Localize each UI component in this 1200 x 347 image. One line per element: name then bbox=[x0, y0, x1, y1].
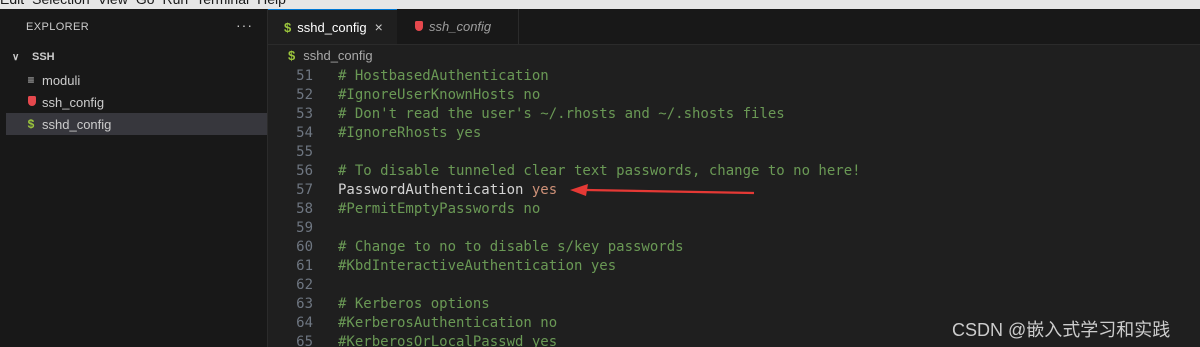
menu-item-view[interactable]: View bbox=[98, 0, 128, 7]
code-line[interactable]: 62 bbox=[268, 276, 1200, 295]
code-line[interactable]: 52 #IgnoreUserKnownHosts no bbox=[268, 86, 1200, 105]
code-comment: # Don't read the user's ~/.rhosts and ~/… bbox=[338, 106, 785, 122]
menu-item-help[interactable]: Help bbox=[257, 0, 286, 7]
code-keyword: PasswordAuthentication bbox=[338, 182, 532, 198]
lines-icon: ≡ bbox=[27, 73, 35, 87]
code-editor[interactable]: 51 # HostbasedAuthentication 52 #IgnoreUser… bbox=[268, 66, 1200, 347]
breadcrumb[interactable]: $ sshd_config bbox=[288, 48, 373, 63]
line-number: 57 bbox=[296, 182, 313, 198]
code-comment: #IgnoreRhosts yes bbox=[338, 125, 482, 141]
close-icon[interactable]: × bbox=[375, 19, 383, 35]
red-file-icon bbox=[24, 95, 38, 109]
line-number: 63 bbox=[296, 296, 313, 312]
file-item-ssh-config[interactable]: ssh_config bbox=[6, 91, 267, 113]
folder-name: SSH bbox=[32, 51, 55, 63]
line-code: # To disable tunneled clear text passwor… bbox=[338, 162, 861, 181]
dollar-icon: $ bbox=[284, 19, 292, 35]
line-number: 54 bbox=[296, 125, 313, 141]
chevron-down-icon: ∨ bbox=[12, 51, 20, 63]
code-line[interactable]: 54 #IgnoreRhosts yes bbox=[268, 124, 1200, 143]
code-comment: #PermitEmptyPasswords no bbox=[338, 201, 541, 217]
line-code: #IgnoreUserKnownHosts no bbox=[338, 86, 540, 105]
code-value: yes bbox=[531, 182, 558, 198]
more-actions-icon[interactable]: ··· bbox=[236, 17, 253, 33]
line-code: # Change to no to disable s/key password… bbox=[338, 238, 684, 257]
menu-item-go[interactable]: Go bbox=[136, 0, 155, 7]
line-number: 61 bbox=[296, 258, 313, 274]
code-line[interactable]: 55 bbox=[268, 143, 1200, 162]
line-number: 53 bbox=[296, 106, 313, 122]
code-comment: # HostbasedAuthentication bbox=[338, 68, 549, 84]
code-line[interactable]: 63 # Kerberos options bbox=[268, 295, 1200, 314]
file-name: sshd_config bbox=[42, 116, 112, 132]
line-number: 56 bbox=[296, 163, 313, 179]
file-name: moduli bbox=[42, 72, 81, 88]
menu-item-terminal[interactable]: Terminal bbox=[196, 0, 249, 7]
line-number: 55 bbox=[296, 144, 313, 160]
line-number: 52 bbox=[296, 87, 313, 103]
menu-item-run[interactable]: Run bbox=[163, 0, 189, 7]
red-file-icon bbox=[413, 19, 423, 34]
line-number: 65 bbox=[296, 334, 313, 347]
menu-bar: Edit Selection View Go Run Terminal Help bbox=[0, 0, 1200, 9]
breadcrumb-file: sshd_config bbox=[303, 48, 373, 63]
line-code: #KbdInteractiveAuthentication yes bbox=[338, 257, 616, 276]
line-number: 64 bbox=[296, 315, 313, 331]
code-line[interactable]: 51 # HostbasedAuthentication bbox=[268, 67, 1200, 86]
code-comment: #KerberosOrLocalPasswd yes bbox=[338, 334, 558, 347]
line-code: # Don't read the user's ~/.rhosts and ~/… bbox=[338, 105, 785, 124]
code-line[interactable]: 56 # To disable tunneled clear text passw… bbox=[268, 162, 1200, 181]
dollar-icon: $ bbox=[288, 48, 296, 63]
line-code: #KerberosOrLocalPasswd yes bbox=[338, 333, 557, 347]
tab-label: sshd_config bbox=[297, 19, 367, 35]
menu-item-selection[interactable]: Selection bbox=[32, 0, 90, 7]
line-number: 51 bbox=[296, 68, 313, 84]
file-item-sshd-config[interactable]: $ sshd_config bbox=[6, 113, 267, 135]
tab-sshd-config[interactable]: $ sshd_config × bbox=[268, 9, 397, 44]
explorer-title: EXPLORER bbox=[26, 21, 90, 33]
code-comment: #KbdInteractiveAuthentication yes bbox=[338, 258, 617, 274]
editor-tab-bar: $ sshd_config × ssh_config bbox=[268, 9, 1200, 45]
code-line[interactable]: 59 bbox=[268, 219, 1200, 238]
watermark: CSDN @嵌入式学习和实践 bbox=[952, 320, 1171, 340]
line-number: 59 bbox=[296, 220, 313, 236]
line-code: PasswordAuthentication yes bbox=[338, 181, 557, 200]
code-comment: #KerberosAuthentication no bbox=[338, 315, 558, 331]
dollar-icon: $ bbox=[27, 117, 35, 131]
code-comment: # Change to no to disable s/key password… bbox=[338, 239, 684, 255]
code-comment: #IgnoreUserKnownHosts no bbox=[338, 87, 541, 103]
line-code: #KerberosAuthentication no bbox=[338, 314, 557, 333]
file-item-moduli[interactable]: ≡ moduli bbox=[6, 69, 267, 91]
explorer-sidebar: EXPLORER ··· ∨ SSH ≡ moduli ssh_config $… bbox=[6, 9, 268, 347]
line-code: # Kerberos options bbox=[338, 295, 490, 314]
file-name: ssh_config bbox=[42, 94, 105, 110]
annotation-arrow bbox=[570, 184, 755, 196]
line-code: #PermitEmptyPasswords no bbox=[338, 200, 540, 219]
code-line[interactable]: 61 #KbdInteractiveAuthentication yes bbox=[268, 257, 1200, 276]
code-comment: # Kerberos options bbox=[338, 296, 490, 312]
tab-label: ssh_config bbox=[429, 19, 492, 34]
line-number: 62 bbox=[296, 277, 313, 293]
line-number: 58 bbox=[296, 201, 313, 217]
folder-ssh[interactable]: ∨ SSH bbox=[6, 47, 267, 67]
tab-ssh-config[interactable]: ssh_config bbox=[397, 9, 519, 44]
code-line[interactable]: 53 # Don't read the user's ~/.rhosts and … bbox=[268, 105, 1200, 124]
menu-items: Edit Selection View Go Run Terminal Help bbox=[0, 0, 286, 7]
code-comment: # To disable tunneled clear text passwor… bbox=[338, 163, 861, 179]
menu-item-edit[interactable]: Edit bbox=[0, 0, 24, 7]
code-line[interactable]: 60 # Change to no to disable s/key passwo… bbox=[268, 238, 1200, 257]
line-code: # HostbasedAuthentication bbox=[338, 67, 549, 86]
line-number: 60 bbox=[296, 239, 313, 255]
line-code: #IgnoreRhosts yes bbox=[338, 124, 481, 143]
